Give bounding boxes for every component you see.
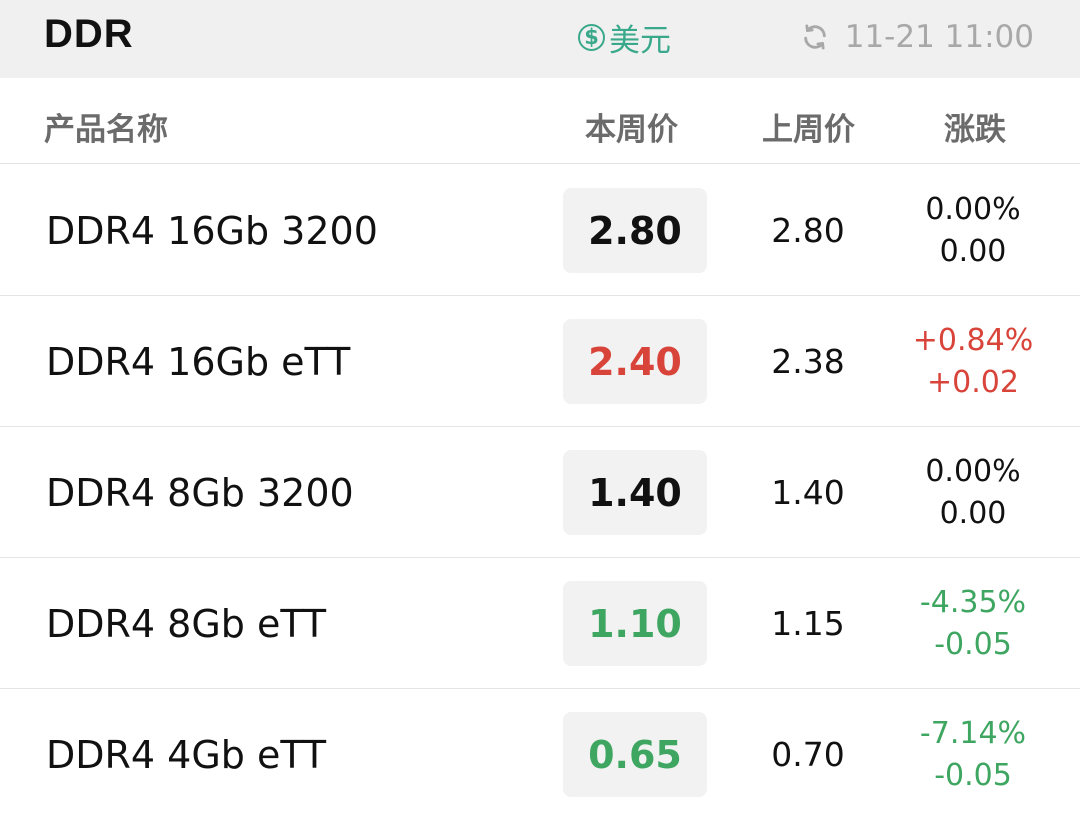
change-amount: -0.05 [934,757,1012,793]
refresh-icon [803,24,826,50]
change-percent: +0.84% [912,322,1034,358]
product-name: DDR4 16Gb eTT [46,339,351,384]
last-week-price: 1.40 [771,473,845,512]
price-change: +0.84% +0.02 [900,296,1046,427]
price-change: 0.00% 0.00 [900,165,1046,296]
change-percent: -7.14% [919,715,1027,751]
currency-toggle[interactable]: $ 美元 [578,15,671,59]
column-header-this-week[interactable]: 本周价 [585,104,678,149]
table-row[interactable]: DDR4 16Gb eTT 2.40 2.38 +0.84% +0.02 [0,296,1080,427]
column-header-name[interactable]: 产品名称 [44,104,168,149]
update-time: 11-21 11:00 [844,19,1034,55]
this-week-price: 1.10 [563,581,707,666]
page-title: DDR [44,12,134,56]
product-name: DDR4 4Gb eTT [46,732,327,777]
table-row[interactable]: DDR4 8Gb eTT 1.10 1.15 -4.35% -0.05 [0,558,1080,689]
top-bar: DDR $ 美元 11-21 11:00 [0,0,1080,78]
change-percent: 0.00% [925,453,1021,489]
product-name: DDR4 16Gb 3200 [46,208,378,253]
change-amount: +0.02 [927,364,1019,400]
product-name: DDR4 8Gb eTT [46,601,327,646]
dollar-icon: $ [578,23,605,51]
change-amount: -0.05 [934,626,1012,662]
table-row[interactable]: DDR4 4Gb eTT 0.65 0.70 -7.14% -0.05 [0,689,1080,820]
price-change: 0.00% 0.00 [900,427,1046,558]
this-week-price: 0.65 [563,712,707,797]
price-change: -4.35% -0.05 [900,558,1046,689]
table-row[interactable]: DDR4 16Gb 3200 2.80 2.80 0.00% 0.00 [0,165,1080,296]
table-row[interactable]: DDR4 8Gb 3200 1.40 1.40 0.00% 0.00 [0,427,1080,558]
currency-label: 美元 [609,22,671,59]
price-change: -7.14% -0.05 [900,689,1046,820]
this-week-price: 2.80 [563,188,707,273]
refresh-button[interactable]: 11-21 11:00 [801,15,1034,59]
column-header-change[interactable]: 涨跌 [944,104,1006,149]
this-week-price: 2.40 [563,319,707,404]
last-week-price: 1.15 [771,604,845,643]
product-name: DDR4 8Gb 3200 [46,470,354,515]
last-week-price: 2.38 [771,342,845,381]
change-amount: 0.00 [939,233,1007,269]
this-week-price: 1.40 [563,450,707,535]
change-percent: -4.35% [919,584,1027,620]
table-header: 产品名称 本周价 上周价 涨跌 [0,78,1080,164]
last-week-price: 0.70 [771,735,845,774]
change-amount: 0.00 [939,495,1007,531]
column-header-last-week[interactable]: 上周价 [762,104,855,149]
change-percent: 0.00% [925,191,1021,227]
last-week-price: 2.80 [771,211,845,250]
